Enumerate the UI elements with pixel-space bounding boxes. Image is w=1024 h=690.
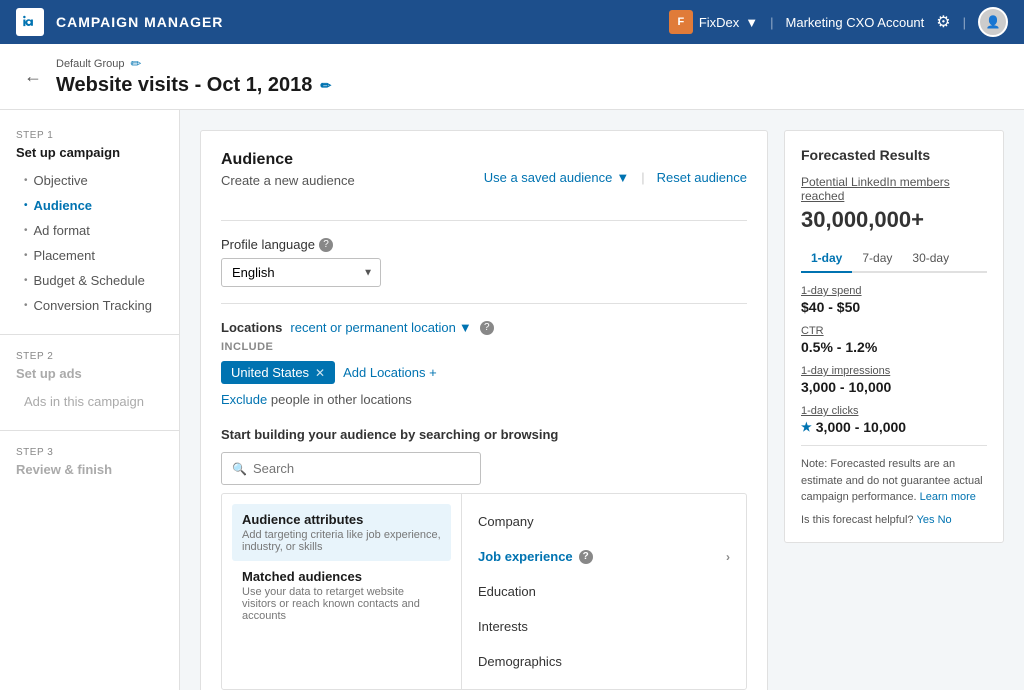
build-title: Start building your audience by searchin…: [221, 427, 747, 442]
sidebar-divider: [0, 334, 179, 335]
profile-language-select[interactable]: English French German Spanish: [221, 258, 381, 287]
sidebar-divider2: [0, 430, 179, 431]
forecast-yes-button[interactable]: Yes: [917, 514, 935, 526]
location-type-button[interactable]: recent or permanent location ▼: [290, 320, 471, 335]
exclude-text: people in other locations: [271, 392, 412, 407]
audience-search-wrap: 🔍: [221, 452, 481, 485]
audience-builder: Audience attributes Add targeting criter…: [221, 493, 747, 690]
location-tag-us: United States ✕: [221, 361, 335, 384]
breadcrumb: Default Group ✏: [56, 56, 331, 72]
account-icon: F: [669, 10, 693, 34]
add-location-button[interactable]: Add Locations +: [343, 365, 437, 380]
step1-label: Step 1: [0, 130, 179, 141]
forecast-tab-30day[interactable]: 30-day: [902, 245, 959, 273]
forecast-tabs: 1-day 7-day 30-day: [801, 245, 987, 273]
profile-language-select-wrap: English French German Spanish ▼: [221, 258, 381, 287]
forecast-reach-label: Potential LinkedIn members reached: [801, 175, 987, 203]
locations-row: Locations recent or permanent location ▼…: [221, 320, 747, 335]
sidebar: Step 1 Set up campaign Objective Audienc…: [0, 110, 180, 690]
forecast-tab-7day[interactable]: 7-day: [852, 245, 902, 273]
right-panel-company[interactable]: Company: [462, 504, 746, 539]
forecast-metric-impressions: 1-day impressions 3,000 - 10,000: [801, 365, 987, 395]
step2-title: Set up ads: [0, 366, 179, 381]
step2-label: Step 2: [0, 351, 179, 362]
saved-audience-button[interactable]: Use a saved audience ▼: [484, 170, 630, 185]
audience-section-title: Audience Create a new audience: [221, 151, 355, 204]
topnav-left: CAMPAIGN MANAGER: [16, 8, 223, 36]
forecast-no-button[interactable]: No: [938, 514, 952, 526]
locations-section: Locations recent or permanent location ▼…: [221, 320, 747, 407]
back-button[interactable]: ←: [24, 66, 42, 87]
app-title: CAMPAIGN MANAGER: [56, 14, 223, 30]
exclude-button[interactable]: Exclude: [221, 392, 267, 407]
include-label: INCLUDE: [221, 341, 747, 353]
build-audience-section: Start building your audience by searchin…: [221, 427, 747, 690]
location-tags: United States ✕ Add Locations +: [221, 361, 747, 384]
forecast-metric-spend: 1-day spend $40 - $50: [801, 285, 987, 315]
sidebar-item-budget[interactable]: Budget & Schedule: [0, 268, 179, 293]
matched-audiences-item[interactable]: Matched audiences Use your data to retar…: [232, 561, 451, 630]
profile-language-info-icon[interactable]: ?: [319, 238, 333, 252]
job-exp-info-icon[interactable]: ?: [579, 550, 593, 564]
sidebar-item-adformat[interactable]: Ad format: [0, 218, 179, 243]
sidebar-item-audience[interactable]: Audience: [0, 193, 179, 218]
forecast-panel: Forecasted Results Potential LinkedIn me…: [784, 130, 1004, 543]
forecast-metric-ctr: CTR 0.5% - 1.2%: [801, 325, 987, 355]
forecast-learn-more-link[interactable]: Learn more: [920, 491, 976, 503]
forecast-tab-1day[interactable]: 1-day: [801, 245, 852, 273]
audience-actions: Use a saved audience ▼ | Reset audience: [484, 170, 747, 185]
step3-title: Review & finish: [0, 462, 179, 477]
profile-language-label: Profile language ?: [221, 237, 747, 252]
forecast-metric-clicks: 1-day clicks ★ 3,000 - 10,000: [801, 405, 987, 435]
forecast-title: Forecasted Results: [801, 147, 987, 163]
linkedin-logo: [16, 8, 44, 36]
sidebar-item-placement[interactable]: Placement: [0, 243, 179, 268]
search-icon: 🔍: [232, 462, 247, 476]
step3-label: Step 3: [0, 447, 179, 458]
reset-audience-button[interactable]: Reset audience: [657, 170, 747, 185]
avatar[interactable]: 👤: [978, 7, 1008, 37]
sidebar-item-objective[interactable]: Objective: [0, 168, 179, 193]
topnav-right: F FixDex ▼ | Marketing CXO Account ⚙ | 👤: [669, 7, 1008, 37]
divider1: [221, 220, 747, 221]
step1-title: Set up campaign: [0, 145, 179, 160]
sidebar-item-conversion[interactable]: Conversion Tracking: [0, 293, 179, 318]
location-info-icon[interactable]: ?: [480, 321, 494, 335]
right-panel-demographics[interactable]: Demographics: [462, 644, 746, 679]
marketing-account[interactable]: Marketing CXO Account: [786, 15, 925, 30]
profile-language-section: Profile language ? English French German…: [221, 237, 747, 287]
sidebar-item-ads[interactable]: Ads in this campaign: [0, 389, 179, 414]
right-panel-education[interactable]: Education: [462, 574, 746, 609]
audience-attributes-item[interactable]: Audience attributes Add targeting criter…: [232, 504, 451, 561]
account-selector[interactable]: F FixDex ▼: [669, 10, 758, 34]
star-icon: ★: [801, 420, 812, 434]
divider2: [221, 303, 747, 304]
settings-button[interactable]: ⚙: [936, 12, 950, 32]
breadcrumb-edit-icon[interactable]: ✏: [130, 56, 141, 72]
right-panel-interests[interactable]: Interests: [462, 609, 746, 644]
left-panel: Audience attributes Add targeting criter…: [222, 494, 462, 689]
forecast-clicks-value: ★ 3,000 - 10,000: [801, 419, 987, 435]
exclude-row: Exclude people in other locations: [221, 392, 747, 407]
account-name: FixDex: [699, 15, 739, 30]
page-title: Website visits - Oct 1, 2018 ✏: [56, 74, 331, 97]
forecast-helpful-row: Is this forecast helpful? Yes No: [801, 514, 987, 526]
title-edit-icon[interactable]: ✏: [320, 78, 331, 94]
chevron-right-icon: ›: [726, 550, 730, 564]
right-panel-job-experience[interactable]: Job experience ? ›: [462, 539, 746, 574]
header-content: Default Group ✏ Website visits - Oct 1, …: [56, 56, 331, 97]
audience-header-row: Audience Create a new audience Use a sav…: [221, 151, 747, 204]
forecast-reach-value: 30,000,000+: [801, 207, 987, 233]
tag-close-icon[interactable]: ✕: [315, 366, 325, 380]
audience-panel: Audience Create a new audience Use a sav…: [200, 130, 768, 690]
page-header: ← Default Group ✏ Website visits - Oct 1…: [0, 44, 1024, 110]
right-panel: Company Job experience ? › Education: [462, 494, 746, 689]
forecast-note: Note: Forecasted results are an estimate…: [801, 445, 987, 506]
audience-search-input[interactable]: [253, 461, 470, 476]
